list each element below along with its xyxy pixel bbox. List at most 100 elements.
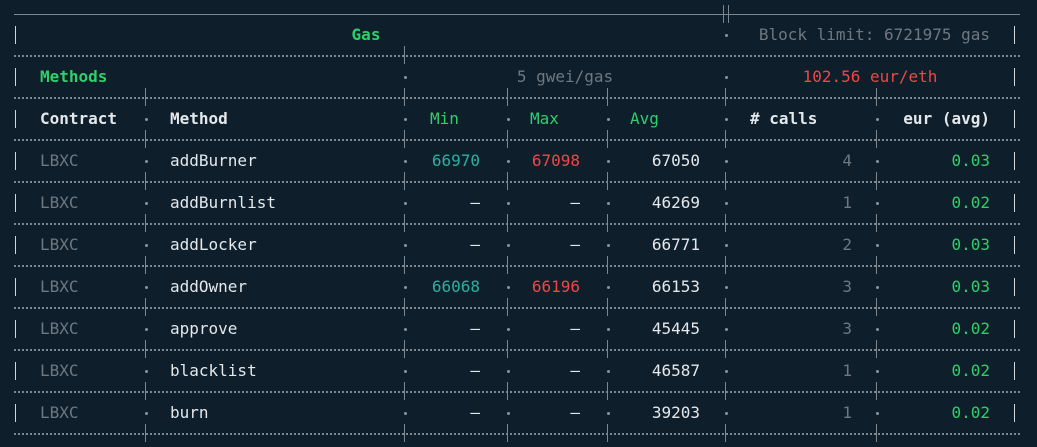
dotted-line <box>14 97 1020 99</box>
column-divider <box>404 382 405 400</box>
row-separator <box>0 255 1037 276</box>
column-divider <box>404 46 405 64</box>
avg-cell: 46587 <box>651 361 700 380</box>
cell-separator <box>404 76 407 79</box>
column-divider <box>876 340 877 358</box>
method-cell: addBurner <box>170 151 257 170</box>
column-divider <box>404 88 405 106</box>
table-row: LBXC burn – – 39203 1 0.02 <box>0 402 1037 423</box>
right-bar <box>1014 68 1015 86</box>
column-divider <box>725 130 726 148</box>
table-row: LBXC addBurnlist – – 46269 1 0.02 <box>0 192 1037 213</box>
dotted-line <box>14 433 1020 435</box>
eur-avg-cell: 0.02 <box>951 403 990 422</box>
column-divider <box>725 256 726 274</box>
gas-price: 5 gwei/gas <box>516 67 614 86</box>
cell-separator <box>725 286 728 289</box>
cell-separator <box>607 118 610 121</box>
cell-separator <box>876 202 879 205</box>
column-divider <box>507 172 508 190</box>
column-divider <box>404 214 405 232</box>
column-divider <box>145 382 146 400</box>
contract-cell: LBXC <box>40 403 79 422</box>
cell-separator <box>404 244 407 247</box>
dotted-line <box>14 265 1020 267</box>
left-bar <box>15 152 16 170</box>
max-cell: – <box>570 235 580 254</box>
max-cell: – <box>570 319 580 338</box>
avg-cell: 66153 <box>651 277 700 296</box>
calls-cell: 3 <box>842 319 852 338</box>
left-bar <box>15 236 16 254</box>
column-divider <box>145 424 146 442</box>
avg-cell: 45445 <box>651 319 700 338</box>
table-row: LBXC blacklist – – 46587 1 0.02 <box>0 360 1037 381</box>
column-divider <box>507 214 508 232</box>
method-cell: burn <box>170 403 209 422</box>
cell-separator <box>725 370 728 373</box>
avg-cell: 39203 <box>651 403 700 422</box>
column-divider <box>507 382 508 400</box>
column-divider <box>876 130 877 148</box>
column-divider <box>607 172 608 190</box>
border-line <box>14 14 1020 15</box>
dotted-line <box>14 139 1020 141</box>
right-bar <box>1014 236 1015 254</box>
column-divider <box>404 130 405 148</box>
max-cell: – <box>570 403 580 422</box>
eur-avg-cell: 0.02 <box>951 193 990 212</box>
column-header-row: Contract Method Min Max Avg # calls eur … <box>0 108 1037 129</box>
method-cell: addLocker <box>170 235 257 254</box>
dotted-line <box>14 223 1020 225</box>
table-row: LBXC addOwner 66068 66196 66153 3 0.03 <box>0 276 1037 297</box>
cell-separator <box>876 160 879 163</box>
min-cell: 66068 <box>431 277 480 296</box>
cell-separator <box>876 328 879 331</box>
column-header-contract: Contract <box>40 109 118 128</box>
table-row: LBXC approve – – 45445 3 0.02 <box>0 318 1037 339</box>
method-cell: blacklist <box>170 361 257 380</box>
avg-cell: 46269 <box>651 193 700 212</box>
gas-header-row: Gas Block limit: 6721975 gas <box>0 24 1037 45</box>
column-divider <box>876 298 877 316</box>
column-divider <box>607 256 608 274</box>
dotted-line <box>14 307 1020 309</box>
cell-separator <box>725 328 728 331</box>
eur-avg-cell: 0.03 <box>951 277 990 296</box>
table-top-border <box>0 4 1037 25</box>
row-separator <box>0 213 1037 234</box>
methods-label: Methods <box>40 67 108 86</box>
column-divider <box>607 130 608 148</box>
column-divider <box>723 5 724 23</box>
cell-separator <box>404 412 407 415</box>
eur-avg-cell: 0.03 <box>951 235 990 254</box>
min-cell: – <box>470 319 480 338</box>
column-divider <box>876 214 877 232</box>
contract-cell: LBXC <box>40 277 79 296</box>
cell-separator <box>145 244 148 247</box>
max-cell: 66196 <box>531 277 580 296</box>
column-divider <box>145 130 146 148</box>
max-cell: 67098 <box>531 151 580 170</box>
table-row: LBXC addLocker – – 66771 2 0.03 <box>0 234 1037 255</box>
row-separator <box>0 339 1037 360</box>
cell-separator <box>725 76 728 79</box>
cell-separator <box>507 118 510 121</box>
cell-separator <box>145 118 148 121</box>
min-cell: – <box>470 235 480 254</box>
column-divider <box>876 88 877 106</box>
avg-cell: 66771 <box>651 235 700 254</box>
column-divider <box>725 424 726 442</box>
cell-separator <box>404 202 407 205</box>
cell-separator <box>404 370 407 373</box>
dotted-line <box>14 181 1020 183</box>
method-cell: approve <box>170 319 238 338</box>
row-separator <box>0 171 1037 192</box>
column-header-calls: # calls <box>750 109 818 128</box>
calls-cell: 1 <box>842 193 852 212</box>
column-divider <box>876 424 877 442</box>
cell-separator <box>725 160 728 163</box>
column-divider <box>507 340 508 358</box>
min-cell: 66970 <box>431 151 480 170</box>
cell-separator <box>145 370 148 373</box>
